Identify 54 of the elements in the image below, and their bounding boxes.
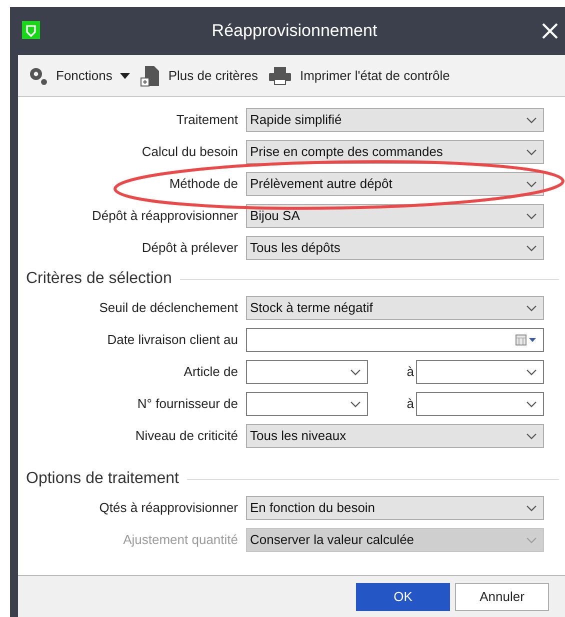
document-add-icon <box>140 64 160 86</box>
toolbar-button[interactable]: Imprimer l'état de contrôle <box>268 66 450 86</box>
dropdown[interactable] <box>416 360 544 384</box>
field-label: Ajustement quantité <box>122 531 239 550</box>
dropdown[interactable] <box>416 392 544 416</box>
dropdown[interactable] <box>246 360 368 384</box>
toolbar-button[interactable]: Plus de critères <box>140 64 258 86</box>
range-to-label: à <box>406 395 415 414</box>
field-label: Seuil de déclenchement <box>98 299 239 318</box>
field-label: Article de <box>182 363 239 382</box>
window-title: Réapprovisionnement <box>210 20 378 42</box>
caret-icon <box>120 72 130 78</box>
chevron-down-icon <box>526 304 537 312</box>
field-label: Niveau de criticité <box>134 427 239 446</box>
dropdown[interactable]: Bijou SA <box>246 204 544 228</box>
calendar-icon[interactable] <box>515 334 537 346</box>
chevron-down-icon <box>350 368 361 376</box>
dropdown[interactable]: En fonction du besoin <box>246 496 544 520</box>
dropdown[interactable]: Rapide simplifié <box>246 108 544 132</box>
dropdown[interactable] <box>246 392 368 416</box>
date-field[interactable] <box>246 328 544 352</box>
chevron-down-icon <box>350 400 361 408</box>
field-label: Qtés à réapprovisionner <box>98 499 239 518</box>
dropdown[interactable]: Stock à terme négatif <box>246 296 544 320</box>
field-label: N° fournisseur de <box>136 395 239 414</box>
chevron-down-icon <box>526 536 537 544</box>
field-label: Date livraison client au <box>106 331 239 350</box>
field-label: Traitement <box>175 111 239 130</box>
range-to-label: à <box>406 363 415 382</box>
dropdown[interactable]: Tous les niveaux <box>246 424 544 448</box>
field-label: Dépôt à prélever <box>140 239 239 258</box>
field-label: Dépôt à réapprovisionner <box>91 207 239 226</box>
cancel-button[interactable]: Annuler <box>455 582 549 610</box>
chevron-down-icon <box>526 148 537 156</box>
dropdown[interactable]: Prélèvement autre dépôt <box>246 172 544 196</box>
field-label: Méthode de <box>168 175 239 194</box>
printer-icon <box>268 66 292 86</box>
chevron-down-icon <box>526 244 537 252</box>
close-icon[interactable] <box>541 22 559 40</box>
dropdown[interactable]: Tous les dépôts <box>246 236 544 260</box>
section-heading: Options de traitement <box>26 469 179 489</box>
dropdown[interactable]: Prise en compte des commandes <box>246 140 544 164</box>
chevron-down-icon <box>526 400 537 408</box>
ok-button[interactable]: OK <box>356 582 450 610</box>
chevron-down-icon <box>526 116 537 124</box>
chevron-down-icon <box>526 432 537 440</box>
functions-menu-button[interactable]: Fonctions <box>28 66 130 86</box>
field-label: Calcul du besoin <box>140 143 239 162</box>
section-heading: Critères de sélection <box>26 269 172 289</box>
chevron-down-icon <box>526 504 537 512</box>
chevron-down-icon <box>526 368 537 376</box>
chevron-down-icon <box>526 180 537 188</box>
chevron-down-icon <box>526 212 537 220</box>
app-icon <box>22 19 40 39</box>
